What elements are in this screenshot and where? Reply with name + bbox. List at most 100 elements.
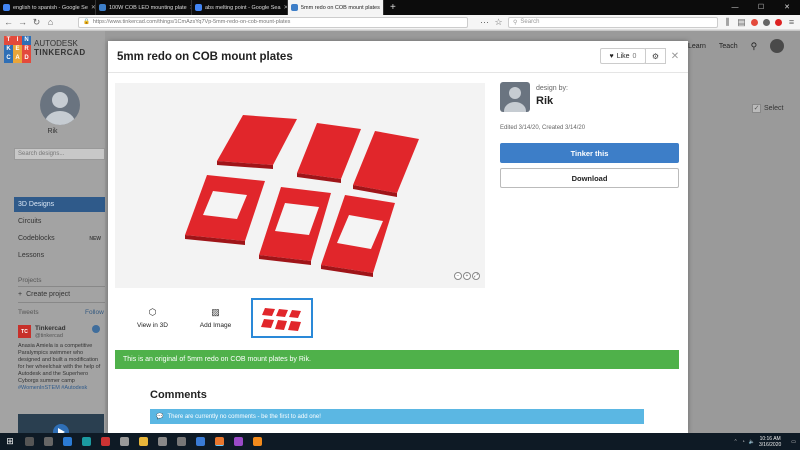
logo-letter: I [13, 36, 22, 45]
select-checkbox[interactable]: ✓ [752, 104, 761, 113]
search-icon[interactable]: ⚲ [751, 41, 758, 52]
bookmark-star-icon[interactable]: ☆ [494, 17, 503, 28]
home-icon[interactable]: ⌂ [46, 17, 55, 27]
zoom-in-icon[interactable]: + [463, 272, 471, 280]
design-preview-image[interactable] [115, 83, 485, 288]
app-icon[interactable] [101, 437, 110, 446]
design-search-input[interactable]: Search designs... [14, 148, 105, 160]
network-icon[interactable]: ◔ [742, 439, 745, 445]
designer-name[interactable]: Rik [536, 95, 553, 107]
settings-gear-button[interactable]: ⚙ [645, 48, 666, 64]
sidebar-item-label: Lessons [18, 252, 45, 259]
tab-label: 100W COB LED mounting plate [109, 4, 187, 11]
browser-tab[interactable]: english to spanish - Google Se ✕ [0, 0, 96, 15]
back-icon[interactable]: ← [4, 17, 13, 27]
tweet-author[interactable]: Tinkercad [35, 325, 66, 332]
minimize-icon[interactable]: — [722, 0, 748, 15]
extension-icon[interactable] [751, 18, 758, 26]
browser-search-input[interactable]: ⚲ Search [508, 16, 718, 28]
new-tab-button[interactable]: + [384, 0, 402, 15]
reload-icon[interactable]: ↻ [32, 17, 41, 28]
zoom-out-icon[interactable]: − [454, 272, 462, 280]
arduino-icon[interactable] [82, 437, 91, 446]
designer-avatar[interactable] [500, 82, 530, 112]
twitter-icon [92, 325, 100, 333]
browser-tab[interactable]: 100W COB LED mounting plate✕ [96, 0, 192, 15]
tinkercad-icon [99, 4, 106, 11]
close-icon: ✕ [670, 50, 680, 62]
edge-icon[interactable] [63, 437, 72, 446]
view-in-3d-button[interactable]: ⬡ View in 3D [125, 298, 180, 338]
tinker-this-button[interactable]: Tinker this [500, 143, 679, 163]
thumbnail-strip: ⬡ View in 3D ▨ Add Image [115, 298, 485, 338]
windows-taskbar: ⊞ ⌃ ◔ 🔈 10:16 AM 3/16/2020 ▭ [0, 433, 800, 450]
gear-icon: ⚙ [651, 51, 660, 61]
cube-icon: ⬡ [148, 307, 157, 317]
download-button[interactable]: Download [500, 168, 679, 188]
sidebar-icon[interactable]: ▤ [737, 17, 746, 28]
vlc-icon[interactable] [253, 437, 262, 446]
new-badge: NEW [89, 235, 101, 242]
tab-label: english to spanish - Google Se [13, 4, 88, 11]
chevron-up-icon[interactable]: ⌃ [734, 439, 738, 445]
extension-icon[interactable] [763, 18, 770, 26]
sidebar-item-codeblocks[interactable]: Codeblocks NEW [14, 231, 105, 246]
select-toggle[interactable]: ✓ Select [752, 104, 783, 113]
close-modal-button[interactable]: ✕ [668, 48, 682, 64]
tweet-video-thumbnail[interactable] [18, 414, 104, 433]
like-button[interactable]: ♥ Like 0 [600, 48, 646, 64]
menu-dots-icon[interactable]: ⋯ [480, 17, 489, 28]
file-explorer-icon[interactable] [139, 437, 148, 446]
notification-icon[interactable]: ▭ [791, 439, 800, 445]
forward-icon[interactable]: → [18, 17, 27, 27]
tinkercad-twitter-avatar[interactable]: TC [18, 325, 31, 338]
date: 3/16/2020 [759, 441, 782, 448]
fullscreen-icon[interactable]: ⤢ [472, 272, 480, 280]
library-icon[interactable]: ⫼ [723, 17, 732, 28]
app-icon[interactable] [234, 437, 243, 446]
projects-header: Projects [18, 277, 42, 284]
thumbnail-plates-image [261, 308, 301, 331]
teach-link[interactable]: Teach [719, 43, 738, 50]
calculator-icon[interactable] [120, 437, 129, 446]
browser-tab-active[interactable]: 5mm redo on COB mount plates✕ [288, 0, 384, 15]
browser-tab[interactable]: abs melting point - Google Sea✕ [192, 0, 288, 15]
user-avatar-small[interactable] [770, 39, 785, 53]
create-project-button[interactable]: + Create project [18, 286, 105, 303]
tweets-header: Tweets [18, 309, 39, 316]
user-avatar[interactable] [40, 85, 80, 125]
thumb-label: View in 3D [137, 322, 168, 329]
google-icon [195, 4, 202, 11]
close-window-icon[interactable]: ✕ [774, 0, 800, 15]
add-image-button[interactable]: ▨ Add Image [188, 298, 243, 338]
original-notice-banner: This is an original of 5mm redo on COB m… [115, 350, 679, 369]
extension-icon[interactable] [775, 18, 782, 26]
edit-dates: Edited 3/14/20, Created 3/14/20 [500, 125, 586, 131]
no-comments-text: There are currently no comments - be the… [167, 413, 321, 420]
tweet-hashtags[interactable]: #WomenInSTEM #Autodesk [18, 385, 87, 391]
windows-start-icon[interactable]: ⊞ [0, 436, 20, 447]
url-bar[interactable]: 🔒 https://www.tinkercad.com/things/1CmAz… [78, 16, 468, 28]
browser-tab-bar: english to spanish - Google Se ✕ 100W COB… [0, 0, 800, 15]
volume-icon[interactable]: 🔈 [749, 439, 755, 445]
username: Rik [47, 128, 58, 135]
top-right-nav: Learn Teach ⚲ [688, 39, 785, 53]
learn-link[interactable]: Learn [688, 43, 706, 50]
selected-thumbnail[interactable] [251, 298, 313, 338]
maximize-icon[interactable]: ☐ [748, 0, 774, 15]
firefox-icon[interactable] [215, 437, 224, 446]
tweet-handle[interactable]: @tinkercad [35, 333, 63, 339]
sidebar-item-lessons[interactable]: Lessons [14, 248, 105, 263]
task-view-icon[interactable] [44, 437, 53, 446]
clock[interactable]: 10:16 AM 3/16/2020 [759, 436, 787, 448]
sidebar-item-3d-designs[interactable]: 3D Designs [14, 197, 105, 212]
logo-letter: E [13, 45, 22, 54]
follow-link[interactable]: Follow [85, 309, 104, 316]
camera-icon[interactable] [158, 437, 167, 446]
search-icon[interactable] [25, 437, 34, 446]
hamburger-menu-icon[interactable]: ≡ [787, 17, 796, 27]
sidebar-item-circuits[interactable]: Circuits [14, 214, 105, 229]
tinkercad-logo[interactable]: T I N K E R C A D [4, 36, 31, 63]
photos-icon[interactable] [196, 437, 205, 446]
app-icon[interactable] [177, 437, 186, 446]
